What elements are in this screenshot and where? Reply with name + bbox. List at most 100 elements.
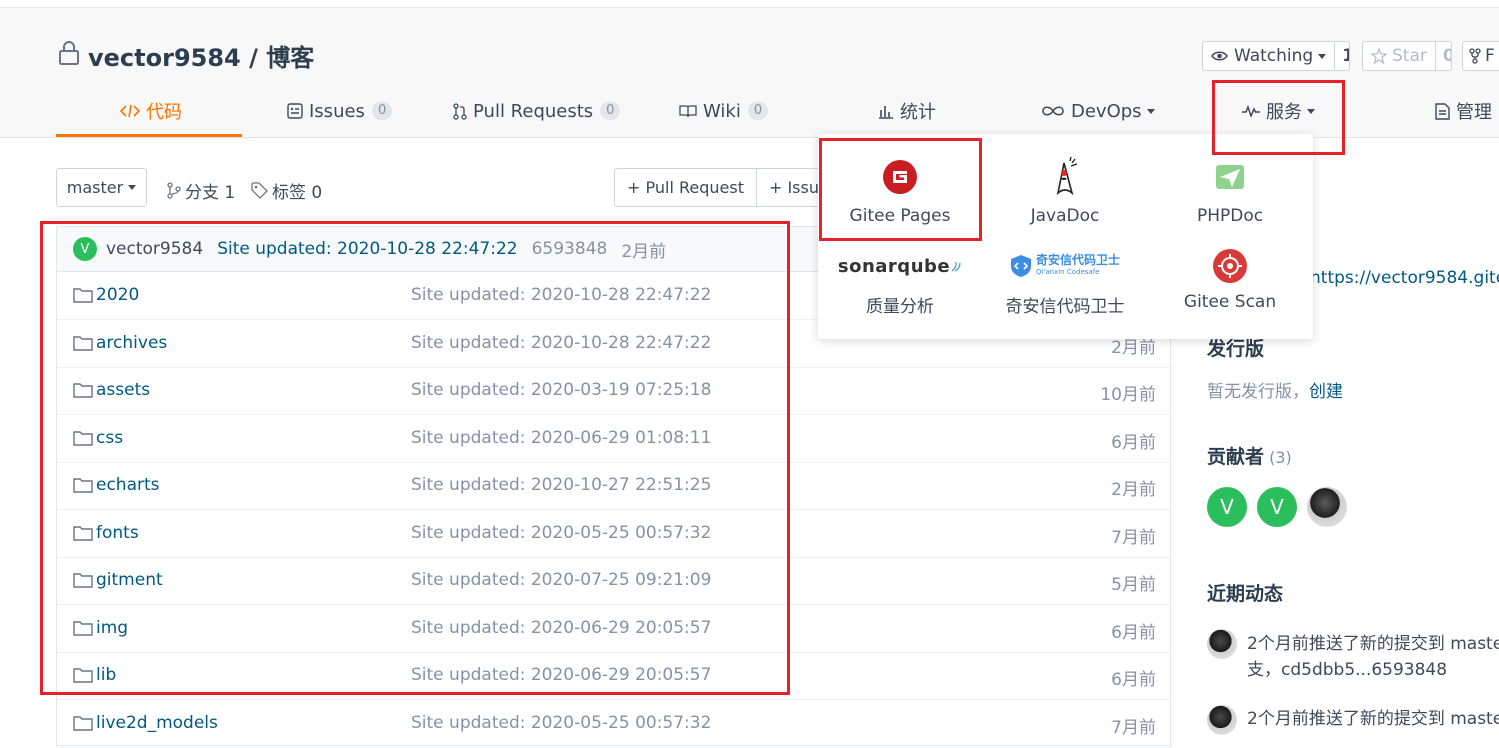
file-commit-time: 5月前 [1111, 575, 1156, 595]
menu-item-label: Gitee Scan [1183, 292, 1277, 312]
java-duke-icon [1056, 157, 1078, 196]
branches-label: 分支 1 [185, 183, 236, 203]
bar-chart-icon [879, 106, 893, 119]
watch-count[interactable]: 1 [1334, 42, 1349, 70]
sonar-waves-icon [951, 261, 961, 272]
contributor-avatar[interactable]: V [1257, 487, 1297, 527]
tab-manage[interactable]: 管理 [1435, 96, 1492, 126]
file-commit-time: 7月前 [1111, 717, 1156, 738]
star-count[interactable]: 0 [1434, 42, 1451, 70]
active-tab-indicator [56, 134, 242, 137]
activity-item: 2个月前推送了新的提交到 maste [1247, 706, 1499, 732]
branch-name: master [66, 178, 124, 197]
book-icon [679, 105, 697, 118]
pull-requests-count-badge: 0 [600, 102, 621, 120]
avatar[interactable] [1207, 629, 1237, 659]
tab-code[interactable]: 代码 [120, 96, 182, 126]
repo-homepage-link[interactable]: https://vector9584.gitee.io [1310, 268, 1499, 288]
contributors-title: 贡献者 [1207, 446, 1265, 468]
activity-item: 2个月前推送了新的提交到 maste 支，cd5dbb5...6593848 [1247, 631, 1499, 683]
repo-owner-link[interactable]: vector9584 [88, 44, 241, 72]
chevron-down-icon [1146, 108, 1155, 114]
file-commit-time: 6月前 [1111, 432, 1156, 453]
tab-code-label: 代码 [146, 102, 182, 123]
qianxin-logo-text: 奇安信代码卫士 [1035, 253, 1120, 267]
star-button[interactable]: Star [1363, 42, 1435, 70]
activity-line: 2个月前推送了新的提交到 maste [1247, 709, 1499, 729]
highlight-box-gitee-pages [819, 138, 982, 241]
star-button-group[interactable]: Star 0 [1362, 41, 1452, 71]
new-pull-request-button[interactable]: + Pull Request [615, 169, 756, 206]
menu-item-label: 奇安信代码卫士 [1005, 297, 1125, 317]
file-commit-time: 7月前 [1111, 527, 1156, 548]
tab-stats[interactable]: 统计 [878, 96, 936, 126]
file-commit-time: 6月前 [1111, 670, 1156, 690]
contributors-count: (3) [1269, 448, 1292, 467]
document-settings-icon [1435, 102, 1450, 120]
phpdoc-icon [1216, 165, 1244, 189]
infinity-icon [1042, 106, 1064, 116]
branch-icon [167, 182, 181, 199]
watch-button[interactable]: Watching [1203, 42, 1334, 70]
create-buttons: + Pull Request + Issue [614, 168, 834, 207]
fork-label: F [1485, 46, 1495, 66]
branches-link[interactable]: 分支 1 [167, 178, 235, 203]
avatar[interactable] [1207, 705, 1237, 735]
menu-item-javadoc[interactable]: JavaDoc [985, 154, 1145, 226]
file-commit-time: 10月前 [1100, 385, 1156, 405]
tab-devops[interactable]: DevOps [1041, 96, 1155, 126]
lock-icon [59, 41, 79, 65]
file-name-link[interactable]: live2d_models [73, 713, 218, 733]
chevron-down-icon [1318, 53, 1327, 59]
repo-name-link[interactable]: 博客 [266, 44, 314, 72]
star-icon [1371, 48, 1387, 64]
star-label: Star [1392, 46, 1427, 66]
chevron-down-icon [128, 185, 137, 190]
watch-button-group[interactable]: Watching 1 [1202, 41, 1350, 71]
tab-issues[interactable]: Issues 0 [287, 96, 393, 126]
tab-devops-label: DevOps [1071, 100, 1142, 122]
menu-item-sonarqube[interactable]: sonarqube 质量分析 [820, 246, 980, 317]
contributor-avatar[interactable]: V [1207, 487, 1247, 527]
activity-line: 支，cd5dbb5...6593848 [1247, 660, 1448, 680]
tab-wiki[interactable]: Wiki 0 [679, 96, 769, 126]
issues-count-badge: 0 [371, 102, 393, 120]
pull-request-icon [453, 102, 467, 120]
watch-label: Watching [1234, 46, 1314, 66]
tags-label: 标签 0 [272, 183, 323, 203]
tab-wiki-label: Wiki [703, 100, 741, 122]
menu-item-label: JavaDoc [1030, 206, 1100, 226]
issues-icon [287, 103, 303, 119]
tab-issues-label: Issues [309, 100, 365, 122]
repo-title: vector9584 / 博客 [88, 38, 314, 73]
contributor-avatar[interactable] [1307, 487, 1347, 527]
file-commit-time: 2月前 [1111, 480, 1156, 500]
highlight-box-file-list [40, 221, 790, 695]
create-release-link[interactable]: 创建 [1309, 382, 1343, 402]
menu-item-phpdoc[interactable]: PHPDoc [1150, 154, 1310, 226]
menu-item-qianxin[interactable]: 奇安信代码卫士 Qi'anxin Codesafe 奇安信代码卫士 [985, 246, 1145, 317]
tab-manage-label: 管理 [1456, 102, 1492, 123]
file-name: live2d_models [96, 712, 218, 733]
top-strip [0, 0, 1499, 8]
file-commit-message[interactable]: Site updated: 2020-05-25 00:57:32 [411, 713, 711, 733]
sonarqube-logo-text: sonarqube [837, 255, 951, 277]
scan-target-icon [1213, 249, 1247, 283]
code-icon [120, 104, 140, 118]
branch-selector[interactable]: master [56, 168, 147, 207]
fork-button[interactable]: F [1462, 41, 1499, 71]
tags-link[interactable]: 标签 0 [251, 178, 322, 203]
eye-icon [1211, 51, 1228, 61]
tab-pull-requests[interactable]: Pull Requests 0 [453, 96, 621, 126]
file-commit-time: 6月前 [1111, 622, 1156, 643]
wiki-count-badge: 0 [747, 102, 769, 120]
highlight-box-services [1212, 80, 1345, 155]
table-row: live2d_models Site updated: 2020-05-25 00… [57, 700, 1170, 748]
sonarqube-logo-icon: sonarqube [838, 256, 962, 277]
tab-stats-label: 统计 [900, 102, 936, 123]
tab-pull-requests-label: Pull Requests [473, 100, 594, 122]
menu-item-gitee-scan[interactable]: Gitee Scan [1150, 246, 1310, 312]
contributors-heading: 贡献者 (3) [1207, 442, 1292, 469]
activity-heading: 近期动态 [1207, 583, 1284, 605]
qianxin-logo-subtext: Qi'anxin Codesafe [1035, 268, 1100, 276]
